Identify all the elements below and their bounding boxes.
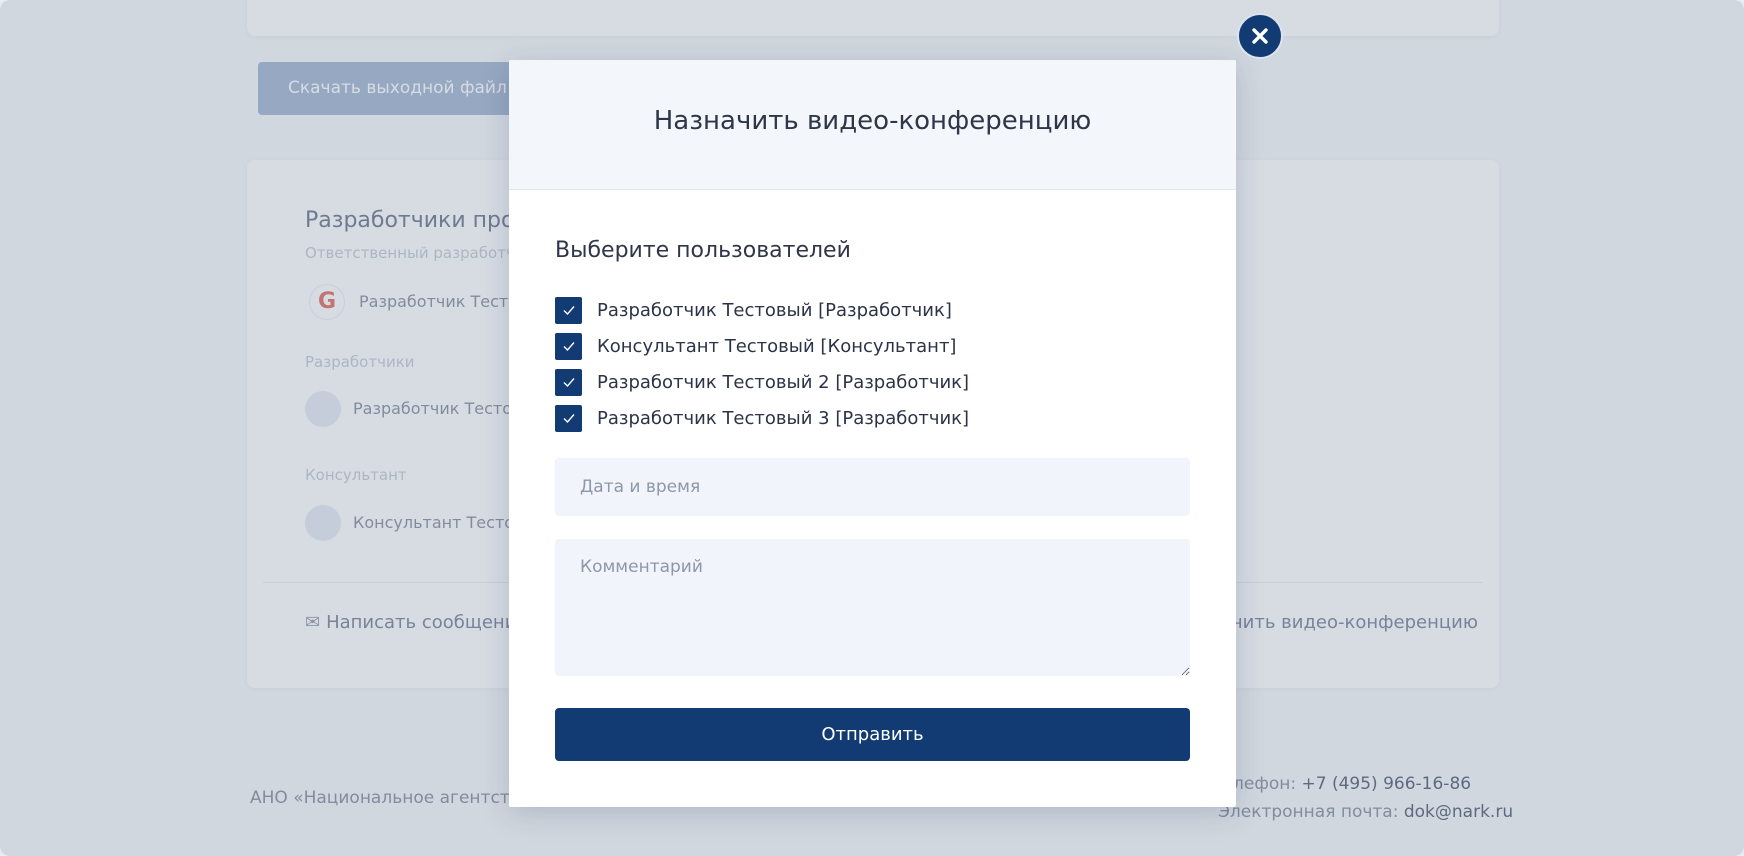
checkbox-checked[interactable] xyxy=(555,332,582,360)
close-icon xyxy=(1252,28,1268,44)
user-checkbox-item[interactable]: Разработчик Тестовый [Разработчик] xyxy=(555,292,969,328)
user-checkbox-item[interactable]: Разработчик Тестовый 3 [Разработчик] xyxy=(555,400,969,436)
close-modal-button[interactable] xyxy=(1237,13,1283,59)
user-checkbox-label: Консультант Тестовый [Консультант] xyxy=(597,335,957,357)
user-checkbox-label: Разработчик Тестовый 2 [Разработчик] xyxy=(597,371,970,393)
select-users-title: Выберите пользователей xyxy=(555,238,851,263)
modal-header: Назначить видео-конференцию xyxy=(509,60,1236,190)
checkmark-icon xyxy=(563,414,575,424)
user-checkbox-item[interactable]: Разработчик Тестовый 2 [Разработчик] xyxy=(555,364,969,400)
checkbox-checked[interactable] xyxy=(555,296,582,324)
checkbox-checked[interactable] xyxy=(555,368,582,396)
datetime-input[interactable] xyxy=(555,458,1190,516)
modal-title: Назначить видео-конференцию xyxy=(653,106,1092,136)
checkmark-icon xyxy=(563,306,575,316)
comment-textarea[interactable] xyxy=(555,539,1190,676)
user-checkbox-label: Разработчик Тестовый 3 [Разработчик] xyxy=(597,407,970,429)
checkmark-icon xyxy=(563,378,575,388)
checkmark-icon xyxy=(563,342,575,352)
user-checkbox-item[interactable]: Консультант Тестовый [Консультант] xyxy=(555,328,969,364)
video-conference-modal: Назначить видео-конференцию Выберите пол… xyxy=(509,60,1236,807)
user-checkbox-label: Разработчик Тестовый [Разработчик] xyxy=(597,299,952,321)
users-checkbox-list: Разработчик Тестовый [Разработчик] Консу… xyxy=(555,292,969,436)
checkbox-checked[interactable] xyxy=(555,404,582,432)
submit-button[interactable]: Отправить xyxy=(555,708,1190,761)
